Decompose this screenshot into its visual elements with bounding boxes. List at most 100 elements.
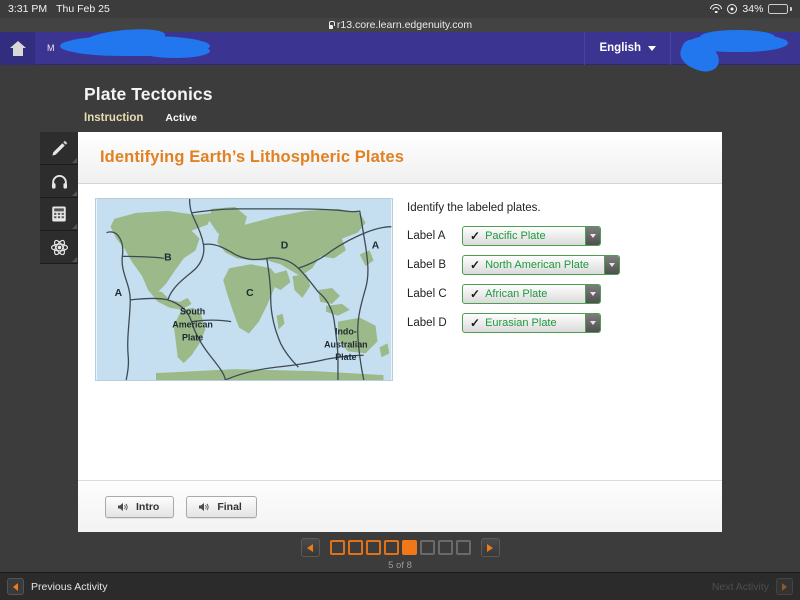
button-label: Final: [217, 501, 242, 513]
dropdown-label-c[interactable]: ✓ African Plate: [462, 284, 601, 304]
triangle-right-icon: [487, 544, 493, 552]
audio-tool[interactable]: [40, 165, 78, 198]
map-label: D: [281, 240, 289, 251]
previous-activity-label: Previous Activity: [31, 581, 107, 593]
breadcrumb[interactable]: M: [35, 32, 584, 65]
map-label: Plate: [335, 352, 356, 362]
map-label: South: [180, 307, 205, 317]
map-label: Indo-: [335, 327, 357, 337]
pager-count: 5 of 8: [388, 560, 412, 571]
status-date: Thu Feb 25: [56, 3, 110, 15]
wifi-icon: [710, 4, 722, 14]
dropdown-label-d[interactable]: ✓ Eurasian Plate: [462, 313, 601, 333]
check-icon: ✓: [470, 288, 480, 300]
dropdown-value: Eurasian Plate: [485, 317, 557, 329]
battery-percent: 34%: [742, 3, 763, 15]
intro-audio-button[interactable]: Intro: [105, 496, 174, 518]
answer-label: Label B: [407, 259, 455, 271]
home-icon: [10, 41, 26, 56]
chevron-down-icon: [648, 46, 656, 51]
speaker-icon: [116, 501, 129, 513]
calculator-icon: [50, 205, 68, 223]
pager-dot-3[interactable]: [366, 540, 381, 555]
headphones-icon: [50, 172, 69, 191]
card-header: Identifying Earth’s Lithospheric Plates: [78, 132, 722, 184]
card-body: A A B C D South American Plate Indo- Aus…: [78, 184, 722, 479]
home-button[interactable]: [0, 32, 35, 65]
activity-bar: Previous Activity Next Activity: [0, 572, 800, 600]
triangle-left-icon: [13, 583, 18, 591]
ios-status-bar: 3:31 PM Thu Feb 25 34%: [0, 0, 800, 18]
dropdown-label-a[interactable]: ✓ Pacific Plate: [462, 226, 601, 246]
user-menu[interactable]: Mia: [670, 32, 800, 65]
lesson-card: Identifying Earth’s Lithospheric Plates: [78, 132, 722, 532]
browser-url-bar[interactable]: r13.core.learn.edgenuity.com: [0, 18, 800, 32]
pager-dot-6[interactable]: [420, 540, 435, 555]
answer-row: Label D ✓ Eurasian Plate: [407, 313, 620, 333]
map-label: A: [115, 288, 123, 299]
location-services-icon: [727, 4, 737, 14]
url-text: r13.core.learn.edgenuity.com: [337, 19, 472, 31]
edgenuity-navbar: M English Mia: [0, 32, 800, 65]
breadcrumb-label: M: [47, 43, 55, 53]
card-heading: Identifying Earth’s Lithospheric Plates: [100, 148, 404, 167]
dropdown-value: Pacific Plate: [485, 230, 546, 242]
question-prompt: Identify the labeled plates.: [407, 202, 620, 214]
answer-row: Label C ✓ African Plate: [407, 284, 620, 304]
pager-dot-4[interactable]: [384, 540, 399, 555]
tab-instruction[interactable]: Instruction: [84, 112, 143, 124]
button-label: Intro: [136, 501, 159, 513]
next-activity-label: Next Activity: [712, 581, 769, 593]
pager-dot-1[interactable]: [330, 540, 345, 555]
triangle-right-icon: [782, 583, 787, 591]
language-selector[interactable]: English: [584, 32, 670, 65]
check-icon: ✓: [470, 230, 480, 242]
battery-icon: [768, 4, 792, 14]
answer-row: Label B ✓ North American Plate: [407, 255, 620, 275]
tab-active[interactable]: Active: [165, 112, 197, 124]
final-audio-button[interactable]: Final: [186, 496, 257, 518]
lesson-tabs: Instruction Active: [84, 112, 213, 124]
chevron-down-icon[interactable]: [585, 314, 600, 332]
chevron-down-icon[interactable]: [585, 285, 600, 303]
map-label: B: [164, 252, 172, 263]
dropdown-value: North American Plate: [485, 259, 589, 271]
check-icon: ✓: [470, 259, 480, 271]
language-label: English: [599, 42, 641, 54]
next-activity-button[interactable]: Next Activity: [712, 578, 793, 595]
dropdown-label-b[interactable]: ✓ North American Plate: [462, 255, 620, 275]
triangle-left-icon: [307, 544, 313, 552]
pager-dot-8[interactable]: [456, 540, 471, 555]
pager-prev-button[interactable]: [301, 538, 320, 557]
tool-rail: [40, 132, 78, 264]
tectonic-plates-map: A A B C D South American Plate Indo- Aus…: [95, 198, 395, 383]
atom-icon: [50, 238, 69, 257]
card-footer: Intro Final: [78, 480, 722, 532]
lesson-header: Plate Tectonics Instruction Active: [84, 84, 213, 124]
pencil-tool[interactable]: [40, 132, 78, 165]
world-map-svg: A A B C D South American Plate Indo- Aus…: [95, 198, 393, 381]
status-time: 3:31 PM: [8, 3, 47, 15]
lock-icon: [328, 21, 334, 29]
periodic-table-tool[interactable]: [40, 231, 78, 264]
map-label: A: [372, 240, 380, 251]
chevron-down-icon[interactable]: [604, 256, 619, 274]
answer-label: Label A: [407, 230, 455, 242]
pager-dots: [330, 540, 471, 555]
page-title: Plate Tectonics: [84, 84, 213, 105]
check-icon: ✓: [470, 317, 480, 329]
answer-label: Label D: [407, 317, 455, 329]
calculator-tool[interactable]: [40, 198, 78, 231]
speaker-icon: [197, 501, 210, 513]
chevron-down-icon[interactable]: [585, 227, 600, 245]
previous-activity-button[interactable]: Previous Activity: [7, 578, 107, 595]
map-label: American: [172, 320, 213, 330]
pager-dot-7[interactable]: [438, 540, 453, 555]
map-label: C: [246, 288, 254, 299]
answer-label: Label C: [407, 288, 455, 300]
pager-dot-2[interactable]: [348, 540, 363, 555]
ipad-browser-screen: 3:31 PM Thu Feb 25 34% r13.core.learn.ed…: [0, 0, 800, 600]
pager-dot-5[interactable]: [402, 540, 417, 555]
pager-next-button[interactable]: [481, 538, 500, 557]
user-name: Mia: [685, 42, 704, 54]
